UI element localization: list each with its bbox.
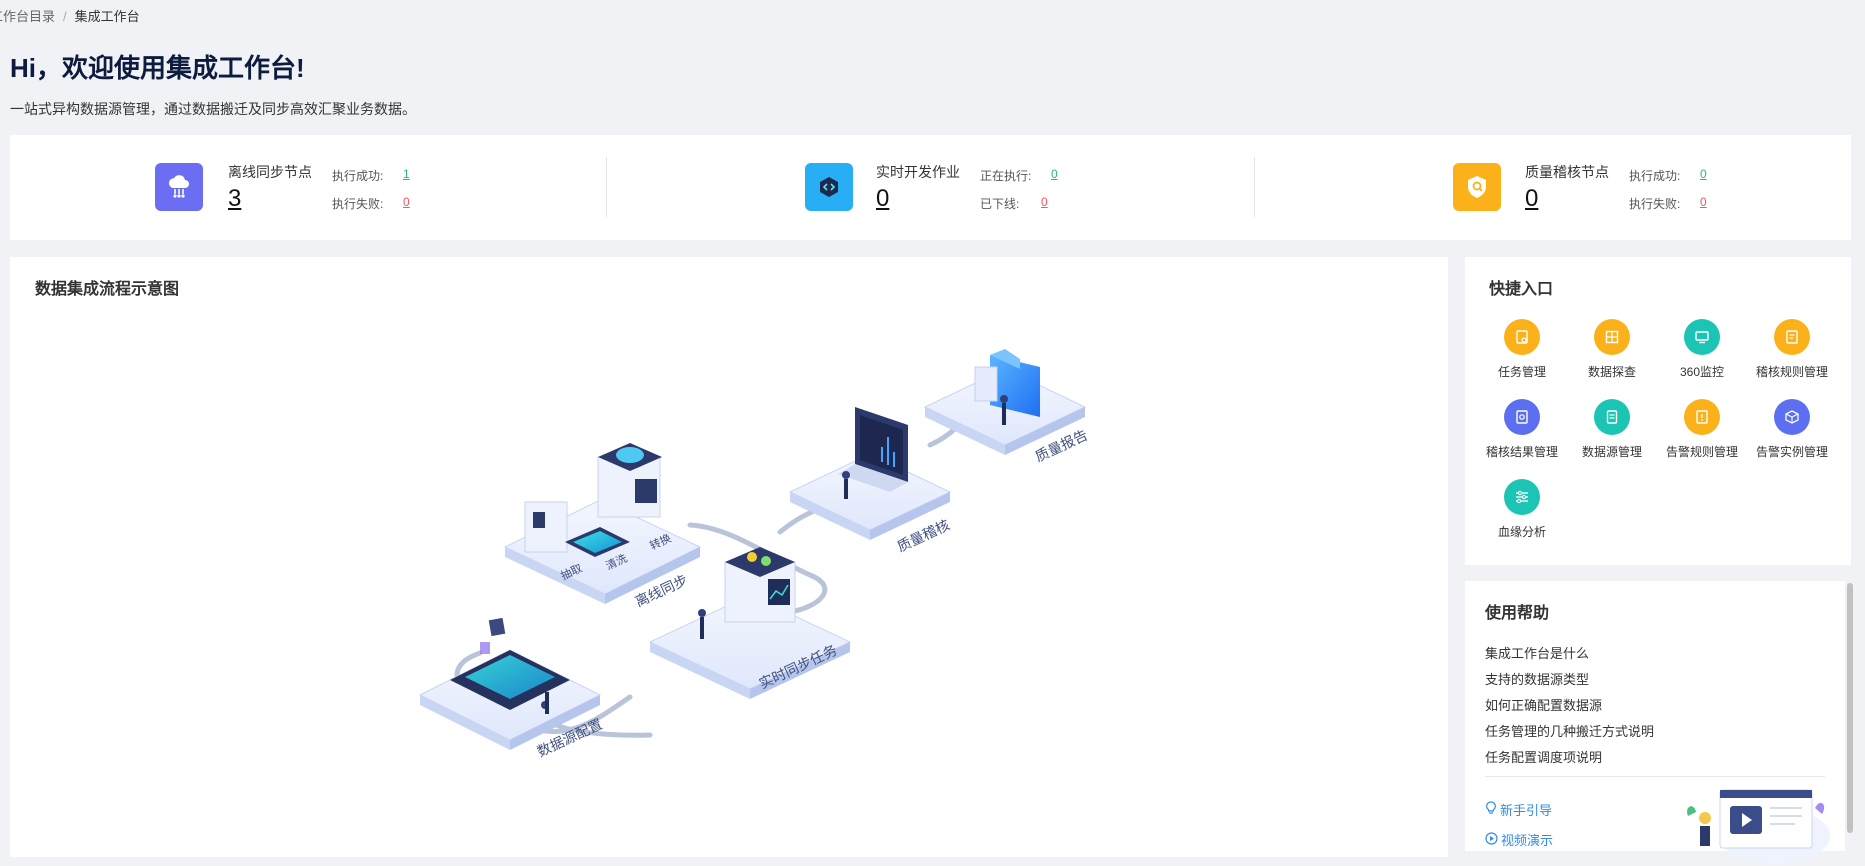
quick-entry-title: 快捷入口	[1489, 281, 1554, 298]
stat-quality-fail-label: 执行失败:	[1629, 197, 1681, 211]
stats-divider	[1254, 157, 1255, 217]
task-doc-icon	[1504, 319, 1540, 355]
video-demo-link[interactable]: 视频演示	[1485, 830, 1553, 849]
stat-quality-success-label: 执行成功:	[1629, 169, 1681, 183]
page-title: Hi，欢迎使用集成工作台!	[10, 53, 305, 83]
lightbulb-icon	[1485, 801, 1497, 818]
lineage-sliders-icon	[1504, 479, 1540, 515]
shield-search-icon	[1453, 163, 1501, 211]
cloud-sync-icon	[155, 163, 203, 211]
result-doc-icon	[1504, 399, 1540, 435]
quick-entry-label: 数据源管理	[1581, 445, 1642, 459]
quick-entry-data-explore[interactable]: 数据探查	[1567, 319, 1657, 380]
stage-quality-audit-platform	[788, 407, 952, 540]
stat-realtime-offline-label: 已下线:	[980, 197, 1020, 211]
stat-offline-sync-success-label: 执行成功:	[332, 169, 384, 183]
quick-entry-lineage[interactable]: 血缘分析	[1477, 479, 1567, 540]
cube-code-icon	[805, 163, 853, 211]
rule-doc-icon	[1774, 319, 1810, 355]
beginner-guide-link[interactable]: 新手引导	[1485, 800, 1552, 819]
breadcrumb-parent-link[interactable]: 工作台目录	[0, 9, 55, 24]
stat-quality-count[interactable]: 0	[1525, 185, 1538, 213]
breadcrumb-separator: /	[63, 9, 67, 24]
stat-realtime-running-label: 正在执行:	[980, 169, 1032, 183]
quick-entry-label: 血缘分析	[1497, 525, 1546, 539]
page-subtitle: 一站式异构数据源管理，通过数据搬迁及同步高效汇聚业务数据。	[10, 101, 416, 117]
help-link[interactable]: 任务配置调度项说明	[1485, 747, 1602, 766]
data-integration-flow-illustration: 数据源配置 抽取 清洗 转换 离线同步 实时同步任务 质量稽核 质量报告	[418, 349, 1090, 760]
monitor-icon	[1684, 319, 1720, 355]
help-scrollbar[interactable]	[1847, 583, 1853, 833]
quick-entry-panel: 快捷入口 任务管理 数据探查 360监控 稽核规则管理 稽核结果管理 数据源管理…	[1465, 257, 1851, 565]
stats-divider	[606, 157, 607, 217]
stage-realtime-sync-platform	[648, 547, 852, 699]
quick-entry-alarm-rule[interactable]: 告警规则管理	[1657, 399, 1747, 460]
help-panel: 使用帮助 集成工作台是什么 支持的数据源类型 如何正确配置数据源 任务管理的几种…	[1465, 581, 1845, 864]
stat-quality-fail-value[interactable]: 0	[1700, 195, 1707, 209]
quick-entry-360-monitor[interactable]: 360监控	[1657, 319, 1747, 380]
quick-entry-label: 告警实例管理	[1755, 445, 1828, 459]
data-explore-icon	[1594, 319, 1630, 355]
stat-offline-sync-fail-value[interactable]: 0	[403, 195, 410, 209]
stat-quality-name: 质量稽核节点	[1525, 164, 1609, 180]
quick-entry-label: 稽核规则管理	[1755, 365, 1828, 379]
quick-entry-datasource[interactable]: 数据源管理	[1567, 399, 1657, 460]
diagram-panel: 数据集成流程示意图 数据源配置 抽取 清洗 转换 离线同步 实时同步任务 质量稽…	[10, 257, 1448, 857]
help-video-illustration	[1687, 789, 1830, 864]
stat-quality-success-value[interactable]: 0	[1700, 167, 1707, 181]
quick-entry-label: 360监控	[1679, 365, 1725, 379]
help-link[interactable]: 如何正确配置数据源	[1485, 695, 1602, 714]
quick-entry-label: 稽核结果管理	[1485, 445, 1558, 459]
help-title: 使用帮助	[1485, 605, 1550, 622]
stat-realtime-name: 实时开发作业	[876, 164, 960, 180]
quick-entry-label: 告警规则管理	[1665, 445, 1738, 459]
help-link[interactable]: 支持的数据源类型	[1485, 669, 1589, 688]
breadcrumb: 工作台目录 / 集成工作台	[0, 6, 140, 25]
stat-offline-sync-success-value[interactable]: 1	[403, 167, 410, 181]
stat-realtime-running-value[interactable]: 0	[1051, 167, 1058, 181]
breadcrumb-current: 集成工作台	[74, 9, 140, 24]
help-link[interactable]: 任务管理的几种搬迁方式说明	[1485, 721, 1654, 740]
stats-bar: 离线同步节点 3 执行成功: 1 执行失败: 0 实时开发作业 0 正在执行: …	[10, 135, 1851, 240]
alarm-instance-icon	[1774, 399, 1810, 435]
alarm-rule-icon	[1684, 399, 1720, 435]
quick-entry-alarm-instance[interactable]: 告警实例管理	[1747, 399, 1837, 460]
stat-realtime-count[interactable]: 0	[876, 185, 889, 213]
quick-entry-label: 任务管理	[1497, 365, 1546, 379]
beginner-guide-label: 新手引导	[1500, 803, 1553, 818]
quick-entry-task-management[interactable]: 任务管理	[1477, 319, 1567, 380]
quick-entry-audit-rule[interactable]: 稽核规则管理	[1747, 319, 1837, 380]
stat-offline-sync-name: 离线同步节点	[228, 164, 312, 180]
quick-entry-label: 数据探查	[1587, 365, 1636, 379]
stat-offline-sync-fail-label: 执行失败:	[332, 197, 384, 211]
quick-entry-audit-result[interactable]: 稽核结果管理	[1477, 399, 1567, 460]
stat-realtime-offline-value[interactable]: 0	[1041, 195, 1048, 209]
help-link[interactable]: 集成工作台是什么	[1485, 643, 1589, 662]
stat-offline-sync-count[interactable]: 3	[228, 185, 241, 213]
video-demo-label: 视频演示	[1501, 833, 1554, 848]
play-circle-icon	[1485, 831, 1498, 848]
datasource-icon	[1594, 399, 1630, 435]
